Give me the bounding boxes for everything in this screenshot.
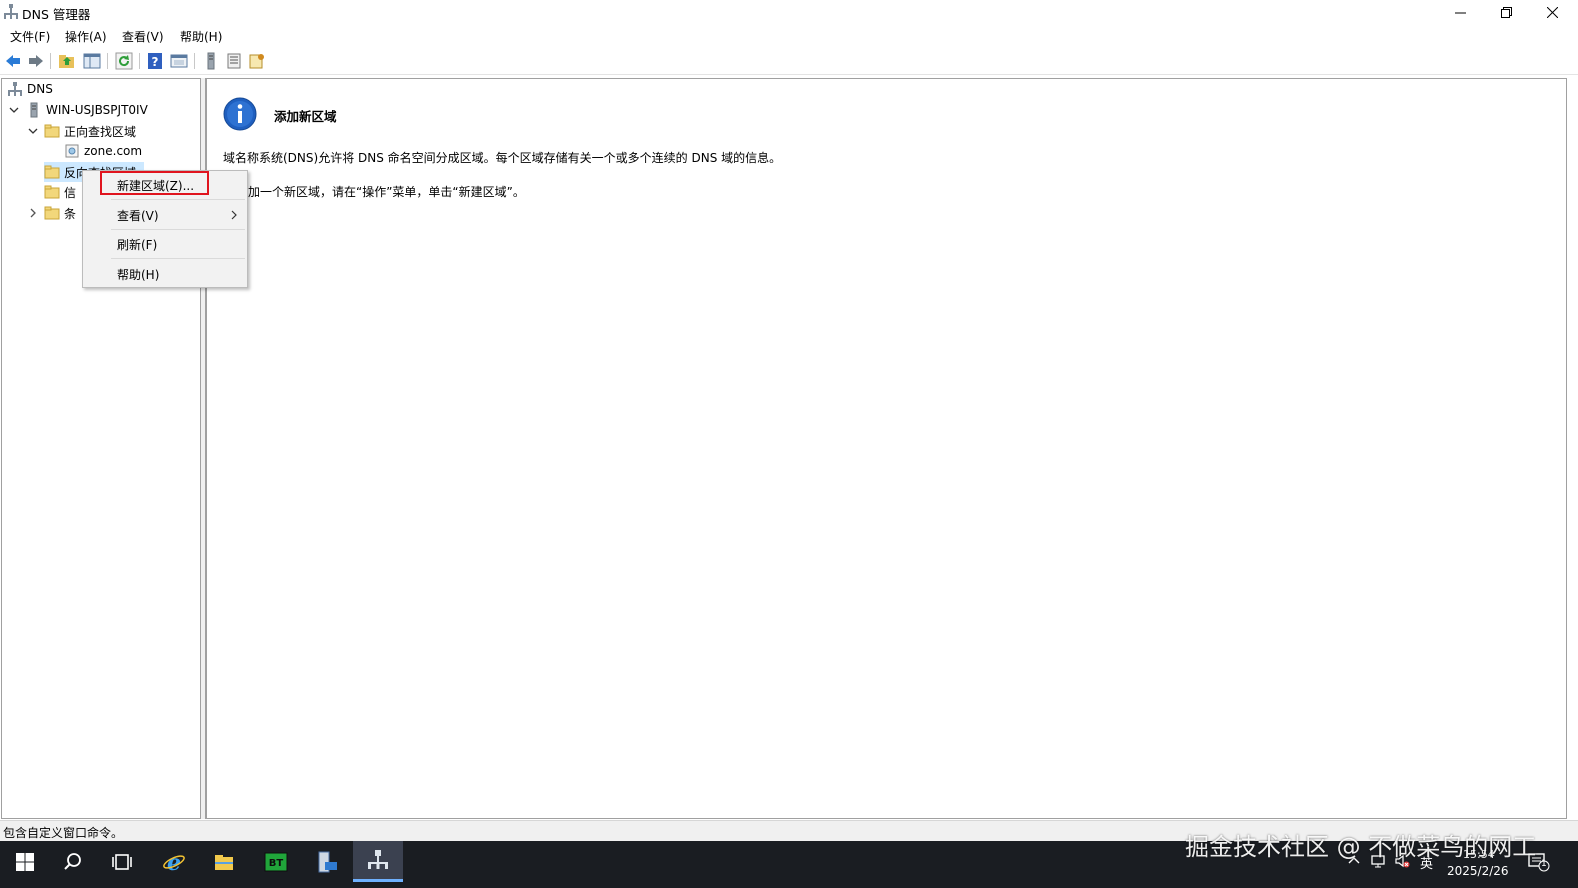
highlight-box	[100, 171, 209, 195]
tree-node-conditional-forwarders[interactable]: 条	[44, 203, 76, 223]
toolbar-separator	[194, 53, 195, 69]
task-view-button[interactable]	[97, 841, 147, 882]
notification-count: 1	[1541, 859, 1547, 869]
search-icon	[64, 852, 81, 870]
taskbar-dns-manager[interactable]	[353, 841, 403, 882]
result-pane: 添加新区域 域名称系统(DNS)允许将 DNS 命名空间分成区域。每个区域存储有…	[205, 78, 1567, 819]
info-heading: 添加新区域	[274, 109, 337, 124]
info-description: 域名称系统(DNS)允许将 DNS 命名空间分成区域。每个区域存储有关一个或多个…	[223, 151, 782, 165]
task-view-icon	[112, 853, 132, 870]
toolbar-separator	[50, 53, 51, 69]
taskbar-file-explorer[interactable]	[199, 841, 249, 882]
tree-node-forward-zones[interactable]: 正向查找区域	[44, 121, 136, 141]
close-button[interactable]	[1529, 0, 1575, 24]
context-menu: 新建区域(Z)... 查看(V) 刷新(F) 帮助(H)	[82, 170, 248, 288]
folder-icon	[44, 205, 60, 221]
context-menu-help[interactable]: 帮助(H)	[117, 266, 159, 283]
server-icon[interactable]	[202, 52, 220, 70]
forward-arrow-icon[interactable]	[27, 52, 45, 70]
help-icon[interactable]: ?	[146, 52, 164, 70]
folder-icon	[44, 123, 60, 139]
taskbar-bt-panel[interactable]: BT	[251, 841, 301, 882]
menu-view[interactable]: 查看(V)	[122, 28, 164, 45]
show-hide-tree-icon[interactable]	[83, 52, 101, 70]
tree-label-dns: DNS	[27, 82, 53, 96]
menu-separator	[111, 258, 245, 259]
console-window-icon[interactable]	[170, 52, 188, 70]
menu-file[interactable]: 文件(F)	[10, 28, 50, 45]
chevron-down-icon[interactable]	[8, 104, 20, 116]
minimize-button[interactable]	[1437, 0, 1483, 24]
tree-node-dns[interactable]: DNS	[7, 79, 53, 99]
title-bar: DNS 管理器	[0, 0, 1578, 24]
tree-label-server: WIN-USJBSPJT0IV	[46, 103, 148, 117]
menu-separator	[111, 229, 245, 230]
clock-date[interactable]: 2025/2/26	[1447, 864, 1509, 878]
toolbar-separator	[107, 53, 108, 69]
zone-icon	[64, 143, 80, 159]
search-button[interactable]	[48, 841, 98, 882]
restore-icon	[1500, 6, 1512, 18]
tree-node-trust-points[interactable]: 信	[44, 182, 76, 202]
minimize-icon	[1454, 12, 1466, 13]
info-instruction: 加一个新区域，请在“操作”菜单，单击“新建区域”。	[248, 185, 525, 199]
server-manager-icon	[318, 851, 337, 872]
server-icon	[26, 102, 42, 118]
start-button[interactable]	[0, 841, 50, 882]
restore-button[interactable]	[1483, 0, 1529, 24]
menu-separator	[111, 199, 245, 200]
menu-action[interactable]: 操作(A)	[65, 28, 107, 45]
window-title: DNS 管理器	[22, 7, 91, 22]
bt-panel-icon: BT	[264, 852, 288, 871]
toolbar-separator	[139, 53, 140, 69]
folder-icon	[44, 164, 60, 180]
tree-label-trust-points: 信	[64, 185, 77, 200]
svg-text:BT: BT	[269, 858, 284, 869]
close-icon	[1546, 6, 1558, 18]
dns-app-icon	[3, 3, 19, 21]
context-menu-refresh[interactable]: 刷新(F)	[117, 236, 157, 253]
chevron-down-icon[interactable]	[27, 125, 39, 137]
tree-label-conditional-forwarders: 条	[64, 206, 77, 221]
properties-icon[interactable]	[248, 52, 266, 70]
taskbar-internet-explorer[interactable]: e	[149, 841, 199, 882]
internet-explorer-icon: e	[163, 850, 185, 874]
tree-node-zone[interactable]: zone.com	[64, 141, 142, 161]
windows-start-icon	[16, 852, 34, 871]
dns-manager-icon	[368, 850, 388, 869]
back-arrow-icon[interactable]	[4, 52, 22, 70]
status-text: 包含自定义窗口命令。	[3, 826, 124, 840]
tree-label-zone: zone.com	[84, 144, 143, 158]
watermark-text: 掘金技术社区 @ 不做菜鸟的网工	[1185, 833, 1537, 861]
folder-icon	[44, 184, 60, 200]
taskbar-server-manager[interactable]	[302, 841, 352, 882]
list-icon[interactable]	[225, 52, 243, 70]
svg-text:?: ?	[152, 55, 159, 69]
tree-node-server[interactable]: WIN-USJBSPJT0IV	[26, 100, 148, 120]
chevron-right-icon[interactable]	[27, 207, 39, 219]
menu-help[interactable]: 帮助(H)	[180, 28, 222, 45]
dns-root-icon	[7, 81, 23, 97]
svg-text:e: e	[167, 850, 181, 874]
menu-bar: 文件(F) 操作(A) 查看(V) 帮助(H)	[0, 25, 1578, 46]
up-folder-icon[interactable]	[58, 52, 76, 70]
toolbar: ?	[0, 47, 1578, 75]
context-menu-view[interactable]: 查看(V)	[117, 207, 159, 224]
refresh-icon[interactable]	[115, 52, 133, 70]
info-icon	[223, 97, 257, 131]
file-explorer-icon	[215, 854, 233, 870]
tree-label-forward-zones: 正向查找区域	[64, 124, 137, 139]
submenu-arrow-icon	[229, 209, 239, 220]
